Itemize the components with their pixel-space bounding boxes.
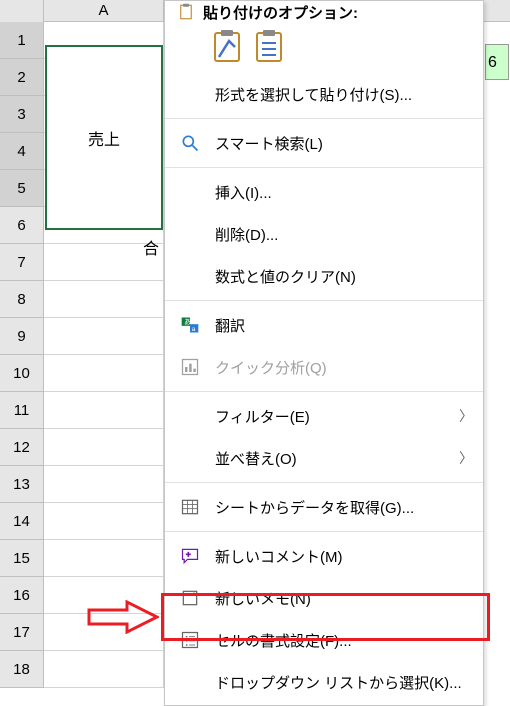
cell[interactable] xyxy=(44,503,164,540)
blank-icon xyxy=(179,405,201,427)
selected-merged-cell[interactable]: 売上 xyxy=(45,45,163,230)
blank-icon xyxy=(179,265,201,287)
menu-label: 形式を選択して貼り付け(S)... xyxy=(215,84,469,105)
menu-label: セルの書式設定(F)... xyxy=(215,630,469,651)
menu-filter[interactable]: フィルター(E) 〉 xyxy=(165,395,483,437)
cell[interactable] xyxy=(44,355,164,392)
menu-format-cells[interactable]: セルの書式設定(F)... xyxy=(165,619,483,661)
menu-quick-analysis: クイック分析(Q) xyxy=(165,346,483,388)
paste-values-icon[interactable] xyxy=(255,29,283,63)
note-icon xyxy=(179,587,201,609)
menu-new-note[interactable]: 新しいメモ(N) xyxy=(165,577,483,619)
row-header-6[interactable]: 6 xyxy=(0,207,44,244)
chevron-right-icon: 〉 xyxy=(459,406,469,426)
cell[interactable] xyxy=(44,577,164,614)
menu-separator xyxy=(165,482,483,483)
menu-delete[interactable]: 削除(D)... xyxy=(165,213,483,255)
blank-icon xyxy=(179,83,201,105)
quick-analysis-icon xyxy=(179,356,201,378)
cell-a6-value: 合 xyxy=(45,231,163,268)
menu-label: ドロップダウン リストから選択(K)... xyxy=(215,672,469,693)
menu-label: 新しいメモ(N) xyxy=(215,588,469,609)
column-header-a[interactable]: A xyxy=(44,0,164,21)
row-header-4[interactable]: 4 xyxy=(0,133,44,170)
blank-icon xyxy=(179,181,201,203)
chevron-right-icon: 〉 xyxy=(459,448,469,468)
menu-pick-from-dropdown[interactable]: ドロップダウン リストから選択(K)... xyxy=(165,661,483,703)
menu-clear-contents[interactable]: 数式と値のクリア(N) xyxy=(165,255,483,297)
menu-insert[interactable]: 挿入(I)... xyxy=(165,171,483,213)
cell[interactable] xyxy=(44,540,164,577)
row-header-1[interactable]: 1 xyxy=(0,22,44,59)
row-header-12[interactable]: 12 xyxy=(0,429,44,466)
cell[interactable] xyxy=(44,392,164,429)
menu-label: 新しいコメント(M) xyxy=(215,546,469,567)
menu-label: クイック分析(Q) xyxy=(215,357,469,378)
menu-separator xyxy=(165,300,483,301)
context-menu: 貼り付けのオプション: 形式を選択して貼り付け(S)... xyxy=(164,0,484,706)
cell[interactable] xyxy=(44,651,164,688)
search-icon xyxy=(179,132,201,154)
cell[interactable] xyxy=(44,466,164,503)
translate-icon: あa xyxy=(179,314,201,336)
menu-translate[interactable]: あa 翻訳 xyxy=(165,304,483,346)
menu-smart-lookup[interactable]: スマート検索(L) xyxy=(165,122,483,164)
row-header-9[interactable]: 9 xyxy=(0,318,44,355)
menu-label: 数式と値のクリア(N) xyxy=(215,266,469,287)
menu-separator xyxy=(165,531,483,532)
row-header-16[interactable]: 16 xyxy=(0,577,44,614)
menu-sort[interactable]: 並べ替え(O) 〉 xyxy=(165,437,483,479)
menu-label: 翻訳 xyxy=(215,315,469,336)
cell-b1-partial[interactable]: 6月 xyxy=(485,44,509,80)
cell[interactable] xyxy=(44,614,164,651)
row-header-2[interactable]: 2 xyxy=(0,59,44,96)
select-all-corner[interactable] xyxy=(0,0,44,22)
cell[interactable] xyxy=(44,429,164,466)
blank-icon xyxy=(179,223,201,245)
row-header-14[interactable]: 14 xyxy=(0,503,44,540)
paste-all-icon[interactable] xyxy=(213,29,241,63)
row-header-7[interactable]: 7 xyxy=(0,244,44,281)
menu-separator xyxy=(165,118,483,119)
menu-label: フィルター(E) xyxy=(215,406,445,427)
paste-options-header: 貼り付けのオプション: xyxy=(165,3,483,23)
cell[interactable] xyxy=(44,281,164,318)
row-header-15[interactable]: 15 xyxy=(0,540,44,577)
row-header-11[interactable]: 11 xyxy=(0,392,44,429)
menu-label: 挿入(I)... xyxy=(215,182,469,203)
svg-text:あ: あ xyxy=(184,318,191,326)
menu-label: スマート検索(L) xyxy=(215,133,469,154)
menu-label: 削除(D)... xyxy=(215,224,469,245)
blank-icon xyxy=(179,671,201,693)
row-header-18[interactable]: 18 xyxy=(0,651,44,688)
blank-icon xyxy=(179,447,201,469)
row-header-17[interactable]: 17 xyxy=(0,614,44,651)
row-header-10[interactable]: 10 xyxy=(0,355,44,392)
menu-new-comment[interactable]: 新しいコメント(M) xyxy=(165,535,483,577)
format-cells-icon xyxy=(179,629,201,651)
paste-options-icons xyxy=(165,23,483,73)
clipboard-icon xyxy=(177,3,195,21)
menu-get-data-from-sheet[interactable]: シートからデータを取得(G)... xyxy=(165,486,483,528)
paste-options-label: 貼り付けのオプション: xyxy=(203,3,358,23)
row-header-8[interactable]: 8 xyxy=(0,281,44,318)
cell[interactable] xyxy=(44,318,164,355)
menu-separator xyxy=(165,391,483,392)
row-header-3[interactable]: 3 xyxy=(0,96,44,133)
comment-icon xyxy=(179,545,201,567)
row-header-13[interactable]: 13 xyxy=(0,466,44,503)
menu-label: シートからデータを取得(G)... xyxy=(215,497,469,518)
menu-separator xyxy=(165,167,483,168)
menu-paste-special[interactable]: 形式を選択して貼り付け(S)... xyxy=(165,73,483,115)
row-header-5[interactable]: 5 xyxy=(0,170,44,207)
table-icon xyxy=(179,496,201,518)
svg-text:a: a xyxy=(192,326,196,333)
menu-label: 並べ替え(O) xyxy=(215,448,445,469)
